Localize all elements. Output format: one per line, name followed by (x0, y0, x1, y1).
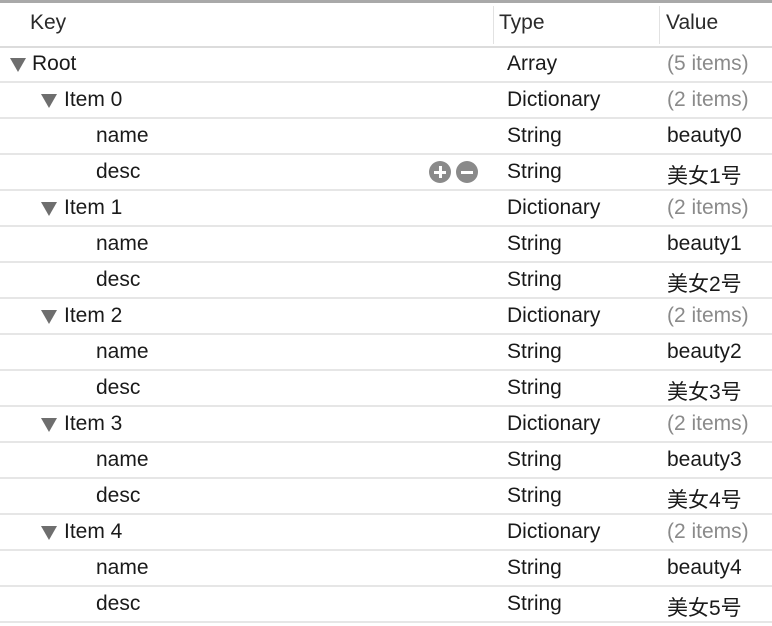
disclosure-triangle-down-icon[interactable] (41, 202, 57, 216)
disclosure-triangle-down-icon[interactable] (41, 94, 57, 108)
column-header-value[interactable]: Value (666, 11, 718, 35)
row-key[interactable]: desc (96, 268, 140, 292)
plist-row[interactable]: name String beauty0 (0, 119, 772, 155)
row-key[interactable]: Item 4 (64, 520, 122, 544)
disclosure-triangle-down-icon[interactable] (10, 58, 26, 72)
plist-row[interactable]: desc String 美女5号 (0, 587, 772, 623)
row-type[interactable]: Dictionary (507, 412, 600, 436)
row-value[interactable]: 美女1号 (667, 160, 742, 190)
row-key[interactable]: name (96, 124, 149, 148)
plist-row[interactable]: desc String 美女2号 (0, 263, 772, 299)
row-key[interactable]: name (96, 448, 149, 472)
row-value[interactable]: beauty3 (667, 448, 742, 472)
row-key[interactable]: name (96, 556, 149, 580)
column-divider[interactable] (659, 6, 660, 44)
row-value[interactable]: beauty2 (667, 340, 742, 364)
row-type[interactable]: String (507, 556, 562, 580)
row-key[interactable]: Root (32, 52, 76, 76)
plist-outline: Root Array (5 items) Item 0 Dictionary (2 ite… (0, 47, 772, 623)
row-type[interactable]: String (507, 160, 562, 184)
column-header-key[interactable]: Key (30, 11, 66, 35)
row-type[interactable]: String (507, 592, 562, 616)
disclosure-triangle-down-icon[interactable] (41, 418, 57, 432)
row-value[interactable]: 美女2号 (667, 268, 742, 298)
row-type[interactable]: Array (507, 52, 557, 76)
row-key[interactable]: Item 1 (64, 196, 122, 220)
row-value[interactable]: 美女5号 (667, 592, 742, 622)
row-key[interactable]: Item 3 (64, 412, 122, 436)
disclosure-triangle-down-icon[interactable] (41, 526, 57, 540)
row-value[interactable]: 美女4号 (667, 484, 742, 514)
plus-circle-icon[interactable] (429, 161, 451, 183)
plist-row[interactable]: desc String 美女1号 (0, 155, 772, 191)
row-type[interactable]: Dictionary (507, 88, 600, 112)
row-type[interactable]: String (507, 124, 562, 148)
minus-circle-icon[interactable] (456, 161, 478, 183)
row-key[interactable]: desc (96, 484, 140, 508)
row-value[interactable]: beauty0 (667, 124, 742, 148)
row-type[interactable]: String (507, 376, 562, 400)
plist-row[interactable]: Item 2 Dictionary (2 items) (0, 299, 772, 335)
row-type[interactable]: String (507, 340, 562, 364)
plist-row[interactable]: name String beauty3 (0, 443, 772, 479)
row-value: (2 items) (667, 304, 749, 327)
row-key[interactable]: name (96, 340, 149, 364)
plist-row[interactable]: name String beauty1 (0, 227, 772, 263)
disclosure-triangle-down-icon[interactable] (41, 310, 57, 324)
row-key[interactable]: Item 2 (64, 304, 122, 328)
plist-row[interactable]: Item 1 Dictionary (2 items) (0, 191, 772, 227)
plist-row[interactable]: Item 3 Dictionary (2 items) (0, 407, 772, 443)
row-value[interactable]: beauty1 (667, 232, 742, 256)
row-value: (2 items) (667, 88, 749, 111)
row-value: (2 items) (667, 520, 749, 543)
plist-row[interactable]: Item 4 Dictionary (2 items) (0, 515, 772, 551)
row-type[interactable]: String (507, 484, 562, 508)
row-key[interactable]: desc (96, 160, 140, 184)
row-type[interactable]: String (507, 268, 562, 292)
row-value: (2 items) (667, 412, 749, 435)
row-key[interactable]: Item 0 (64, 88, 122, 112)
plist-row[interactable]: Root Array (5 items) (0, 47, 772, 83)
column-header-type[interactable]: Type (499, 11, 545, 35)
row-key[interactable]: desc (96, 592, 140, 616)
plist-row[interactable]: desc String 美女3号 (0, 371, 772, 407)
row-type[interactable]: Dictionary (507, 304, 600, 328)
row-value: (2 items) (667, 196, 749, 219)
row-value[interactable]: beauty4 (667, 556, 742, 580)
row-key[interactable]: name (96, 232, 149, 256)
column-header: Key Type Value (0, 3, 772, 48)
plist-row[interactable]: Item 0 Dictionary (2 items) (0, 83, 772, 119)
row-type[interactable]: Dictionary (507, 196, 600, 220)
column-divider[interactable] (493, 6, 494, 44)
row-type[interactable]: String (507, 448, 562, 472)
plist-row[interactable]: name String beauty2 (0, 335, 772, 371)
row-value[interactable]: 美女3号 (667, 376, 742, 406)
row-type[interactable]: String (507, 232, 562, 256)
row-type[interactable]: Dictionary (507, 520, 600, 544)
row-value: (5 items) (667, 52, 749, 75)
plist-row[interactable]: name String beauty4 (0, 551, 772, 587)
row-key[interactable]: desc (96, 376, 140, 400)
plist-row[interactable]: desc String 美女4号 (0, 479, 772, 515)
